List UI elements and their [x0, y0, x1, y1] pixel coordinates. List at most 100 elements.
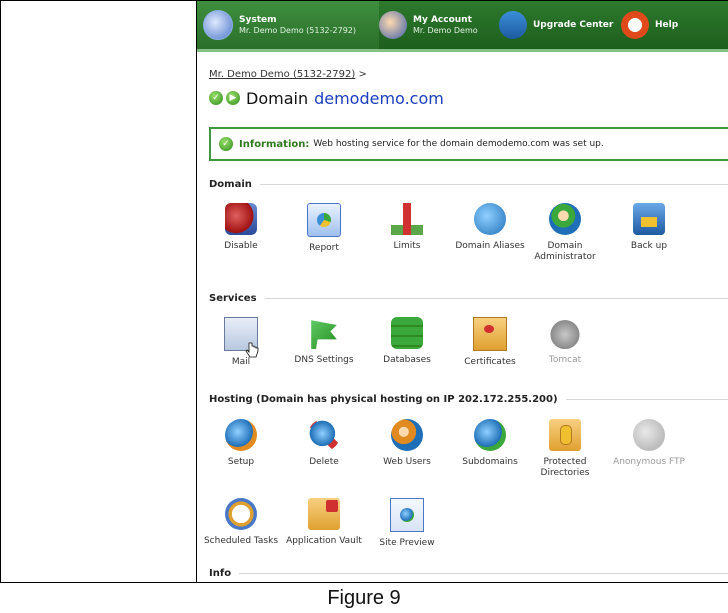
dns-settings-button[interactable]: DNS Settings: [281, 317, 367, 366]
tab-account-subtitle: Mr. Demo Demo: [413, 25, 478, 35]
mail-button[interactable]: Mail: [198, 317, 284, 368]
tomcat-icon: [549, 317, 581, 349]
alarm-clock-icon: [225, 498, 257, 530]
application-vault-label: Application Vault: [286, 536, 362, 546]
tab-system-subtitle: Mr. Demo Demo (5132-2792): [239, 25, 357, 35]
report-icon: [307, 203, 341, 237]
flag-icon: [311, 320, 337, 349]
site-preview-button[interactable]: Site Preview: [364, 498, 450, 549]
application-vault-icon: [308, 498, 340, 530]
top-navigation-bar: System Mr. Demo Demo (5132-2792) My Acco…: [197, 1, 728, 52]
subdomains-button[interactable]: Subdomains: [447, 419, 533, 468]
figure-frame: System Mr. Demo Demo (5132-2792) My Acco…: [0, 0, 728, 613]
scheduled-tasks-button[interactable]: Scheduled Tasks: [198, 498, 284, 547]
key-folder-icon: [549, 419, 581, 451]
domain-administrator-icon: [549, 203, 581, 235]
frame-border-bottom: [0, 582, 728, 583]
setup-button[interactable]: Setup: [198, 419, 284, 468]
anonymous-ftp-label: Anonymous FTP: [613, 457, 685, 467]
delete-label: Delete: [309, 457, 339, 467]
domain-aliases-label: Domain Aliases: [455, 241, 525, 251]
tab-help-title: Help: [655, 19, 679, 30]
gear-icon: [203, 10, 233, 40]
section-divider: [565, 398, 728, 400]
site-preview-label: Site Preview: [379, 538, 435, 548]
hand-cursor-icon: [245, 342, 259, 358]
breadcrumb-link-client[interactable]: Mr. Demo Demo (5132-2792): [209, 69, 355, 80]
domain-aliases-button[interactable]: Domain Aliases: [447, 203, 533, 252]
limits-icon: [391, 203, 423, 235]
tab-upgrade-center[interactable]: Upgrade Center: [499, 1, 615, 49]
delete-icon: [308, 419, 340, 451]
backup-icon: [633, 203, 665, 235]
section-divider: [264, 297, 728, 299]
protected-directories-button[interactable]: Protected Directories: [531, 419, 599, 479]
section-domain: Domain: [209, 177, 728, 191]
tab-system-title: System: [239, 14, 277, 25]
backup-button[interactable]: Back up: [606, 203, 692, 252]
mail-label: Mail: [231, 357, 251, 367]
setup-label: Setup: [227, 457, 255, 467]
page-title: ✓ ▶ Domain demodemo.com: [209, 87, 444, 109]
web-users-label: Web Users: [383, 457, 431, 467]
tab-account-title: My Account: [413, 14, 472, 25]
section-services: Services: [209, 291, 728, 305]
domain-aliases-icon: [474, 203, 506, 235]
certificates-button[interactable]: Certificates: [447, 317, 533, 368]
disable-label: Disable: [224, 241, 258, 251]
web-users-icon: [391, 419, 423, 451]
page-title-domain: demodemo.com: [314, 88, 444, 108]
upgrade-icon: [499, 11, 527, 39]
section-info: Info: [209, 566, 728, 580]
user-icon: [379, 11, 407, 39]
protected-directories-label: Protected Directories: [540, 457, 590, 478]
frame-border-left: [0, 0, 1, 582]
delete-button[interactable]: Delete: [281, 419, 367, 468]
information-text: Web hosting service for the domain demod…: [313, 139, 604, 149]
dns-settings-label: DNS Settings: [294, 355, 354, 365]
tomcat-button: Tomcat: [531, 317, 599, 366]
tomcat-label: Tomcat: [548, 355, 582, 365]
lifebuoy-icon: [621, 11, 649, 39]
section-domain-heading: Domain: [209, 178, 252, 190]
limits-label: Limits: [393, 241, 421, 251]
section-hosting-heading: Hosting (Domain has physical hosting on …: [209, 393, 558, 405]
check-icon: ✓: [219, 137, 233, 151]
tab-my-account[interactable]: My Account Mr. Demo Demo: [379, 1, 499, 49]
figure-caption: Figure 9: [327, 587, 401, 609]
domain-administrator-button[interactable]: Domain Administrator: [531, 203, 599, 263]
scheduled-tasks-label: Scheduled Tasks: [203, 536, 279, 546]
information-label: Information:: [239, 138, 310, 150]
status-ok-icon[interactable]: ✓: [209, 91, 223, 105]
disable-icon: [225, 203, 257, 235]
anonymous-ftp-icon: [633, 419, 665, 451]
database-icon: [391, 317, 423, 349]
tab-help[interactable]: Help: [621, 1, 721, 49]
domain-administrator-label: Domain Administrator: [534, 241, 596, 262]
web-users-button[interactable]: Web Users: [364, 419, 450, 468]
anonymous-ftp-button: Anonymous FTP: [606, 419, 692, 468]
subdomains-icon: [474, 419, 506, 451]
play-icon[interactable]: ▶: [226, 91, 240, 105]
report-label: Report: [309, 243, 339, 253]
information-message: ✓ Information: Web hosting service for t…: [209, 127, 728, 161]
subdomains-label: Subdomains: [462, 457, 518, 467]
section-divider: [259, 183, 728, 185]
databases-button[interactable]: Databases: [364, 317, 450, 366]
certificates-label: Certificates: [464, 357, 516, 367]
certificate-icon: [473, 317, 507, 351]
application-vault-button[interactable]: Application Vault: [281, 498, 367, 547]
limits-button[interactable]: Limits: [364, 203, 450, 252]
setup-icon: [225, 419, 257, 451]
report-button[interactable]: Report: [281, 203, 367, 254]
page-title-label: Domain: [246, 88, 309, 108]
tab-upgrade-title: Upgrade Center: [533, 19, 614, 30]
breadcrumb-separator: >: [358, 69, 367, 80]
breadcrumb: Mr. Demo Demo (5132-2792) >: [209, 69, 367, 80]
tab-system[interactable]: System Mr. Demo Demo (5132-2792): [197, 1, 379, 49]
section-services-heading: Services: [209, 292, 257, 304]
section-hosting: Hosting (Domain has physical hosting on …: [209, 392, 728, 406]
section-divider: [239, 572, 728, 574]
disable-button[interactable]: Disable: [198, 203, 284, 252]
backup-label: Back up: [630, 241, 668, 251]
